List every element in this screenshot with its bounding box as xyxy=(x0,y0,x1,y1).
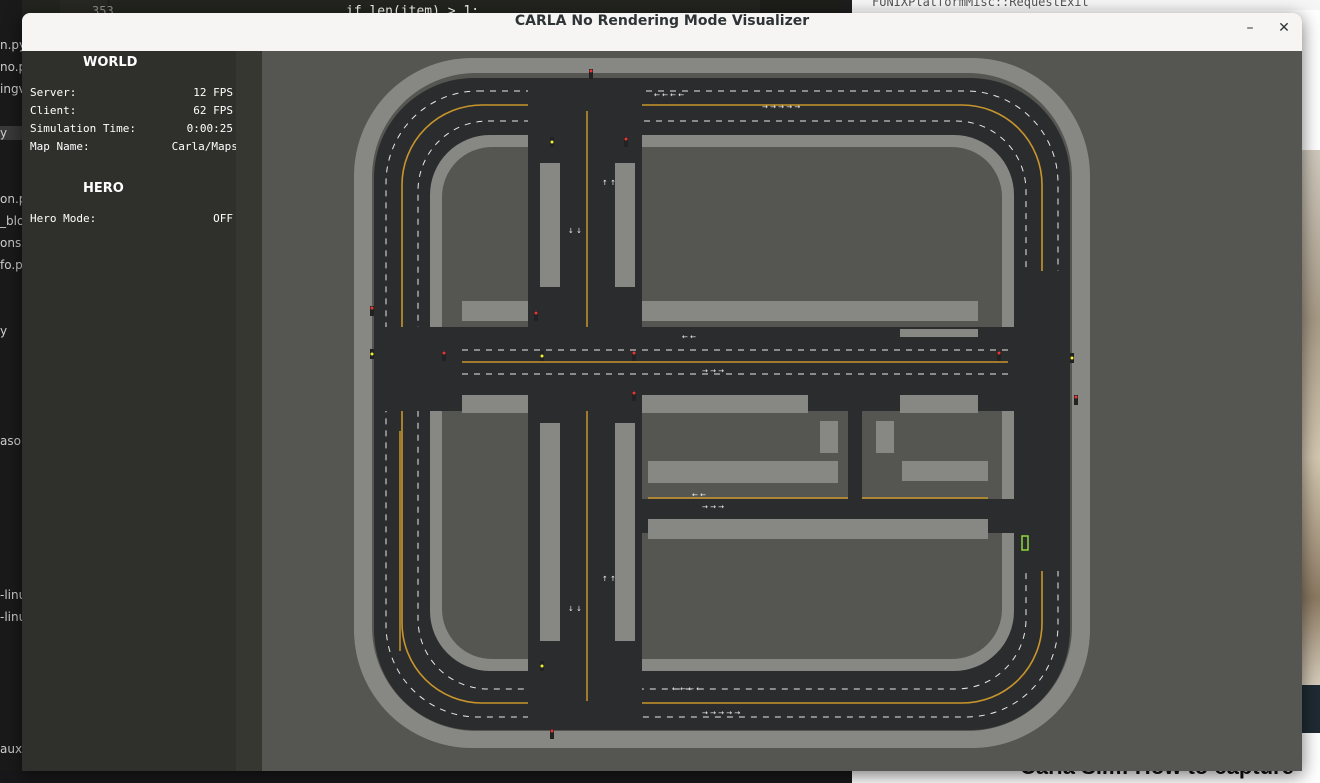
map-view[interactable]: ← ← ← ← → → → → → ← ← → → → ← ← → → → ← … xyxy=(262,51,1302,771)
terminal-output-line: FUNIXPlatformMisc::RequestExit xyxy=(852,0,1320,10)
traffic-light-icon xyxy=(1070,353,1074,363)
hero-mode-label: Hero Mode: xyxy=(30,212,97,225)
hero-mode-value: OFF xyxy=(213,212,233,225)
hud-panel-edge xyxy=(236,51,262,771)
close-button[interactable]: ✕ xyxy=(1272,20,1296,44)
carla-visualizer-window: CARLA No Rendering Mode Visualizer – ✕ W… xyxy=(22,13,1302,771)
svg-text:→ → →: → → → xyxy=(702,503,724,511)
traffic-light-icon xyxy=(370,306,374,316)
traffic-light-icon xyxy=(540,351,544,361)
sidewalk-strip xyxy=(900,329,978,337)
traffic-light-icon xyxy=(632,351,636,361)
window-title: CARLA No Rendering Mode Visualizer xyxy=(514,13,810,29)
traffic-light-icon xyxy=(442,351,446,361)
svg-text:↑ ↑: ↑ ↑ xyxy=(602,575,616,583)
simulation-time-value: 0:00:25 xyxy=(186,122,233,135)
svg-text:← ←: ← ← xyxy=(692,491,706,499)
traffic-light-icon xyxy=(624,137,628,147)
traffic-light-icon xyxy=(370,349,374,359)
server-fps-row: Server: 12 FPS xyxy=(30,86,233,102)
hud-panel: WORLD Server: 12 FPS Client: 62 FPS Simu… xyxy=(22,51,324,771)
svg-text:→ → → → →: → → → → → xyxy=(762,103,800,111)
taskbar-strip xyxy=(0,771,852,783)
window-titlebar[interactable]: CARLA No Rendering Mode Visualizer – ✕ xyxy=(22,13,1302,52)
client-fps-row: Client: 62 FPS xyxy=(30,104,233,120)
client-value: 62 FPS xyxy=(193,104,233,117)
simulation-time-row: Simulation Time: 0:00:25 xyxy=(30,122,233,138)
traffic-light-icon xyxy=(550,729,554,739)
traffic-light-icon xyxy=(632,391,636,401)
town-map[interactable]: ← ← ← ← → → → → → ← ← → → → ← ← → → → ← … xyxy=(262,51,1302,771)
center-connector xyxy=(848,411,862,501)
sidewalk-strip xyxy=(648,461,838,483)
server-value: 12 FPS xyxy=(193,86,233,99)
traffic-light-icon xyxy=(997,351,1001,361)
sidewalk-strip xyxy=(462,301,528,321)
hero-heading: HERO xyxy=(83,181,124,196)
sidewalk-strip xyxy=(876,421,894,453)
client-label: Client: xyxy=(30,104,77,117)
svg-text:↓ ↓: ↓ ↓ xyxy=(568,605,582,613)
vertical-street-right xyxy=(1016,271,1070,571)
traffic-light-icon xyxy=(550,137,554,147)
file-explorer-sidebar: n.pyno.pyingvyon.py_bloons.fo.pyason-lin… xyxy=(0,0,30,783)
map-name-label: Map Name: xyxy=(30,140,90,153)
traffic-light-icon xyxy=(540,661,544,671)
traffic-light-icon xyxy=(534,311,538,321)
sidewalk-strip xyxy=(540,163,560,287)
article-photo xyxy=(1302,150,1320,710)
svg-text:← ←: ← ← xyxy=(682,333,696,341)
world-heading: WORLD xyxy=(83,55,138,70)
sidewalk-strip xyxy=(900,395,978,413)
sidewalk-strip xyxy=(615,163,635,287)
sidewalk-strip xyxy=(902,461,988,481)
hero-mode-row: Hero Mode: OFF xyxy=(30,212,233,228)
simulation-time-label: Simulation Time: xyxy=(30,122,136,135)
traffic-light-icon xyxy=(1074,395,1078,405)
sidewalk-strip xyxy=(642,395,808,413)
sidewalk-strip xyxy=(615,423,635,641)
svg-text:← ← ← ←: ← ← ← ← xyxy=(672,685,702,693)
svg-text:← ← ← ←: ← ← ← ← xyxy=(654,91,684,99)
sidewalk-strip xyxy=(820,421,838,453)
minimize-button[interactable]: – xyxy=(1238,20,1262,44)
svg-text:↑ ↑: ↑ ↑ xyxy=(602,179,616,187)
sidewalk-strip xyxy=(648,519,988,539)
svg-text:↓ ↓: ↓ ↓ xyxy=(568,227,582,235)
sidewalk-strip xyxy=(540,423,560,641)
svg-text:→ → →: → → → xyxy=(702,367,724,375)
sidewalk-strip xyxy=(642,301,978,321)
visualizer-content: WORLD Server: 12 FPS Client: 62 FPS Simu… xyxy=(22,51,1302,771)
sidewalk-strip xyxy=(462,395,528,413)
svg-text:→ → → → →: → → → → → xyxy=(702,709,740,717)
article-photo-footer xyxy=(1302,685,1320,733)
traffic-light-icon xyxy=(589,69,593,79)
server-label: Server: xyxy=(30,86,77,99)
